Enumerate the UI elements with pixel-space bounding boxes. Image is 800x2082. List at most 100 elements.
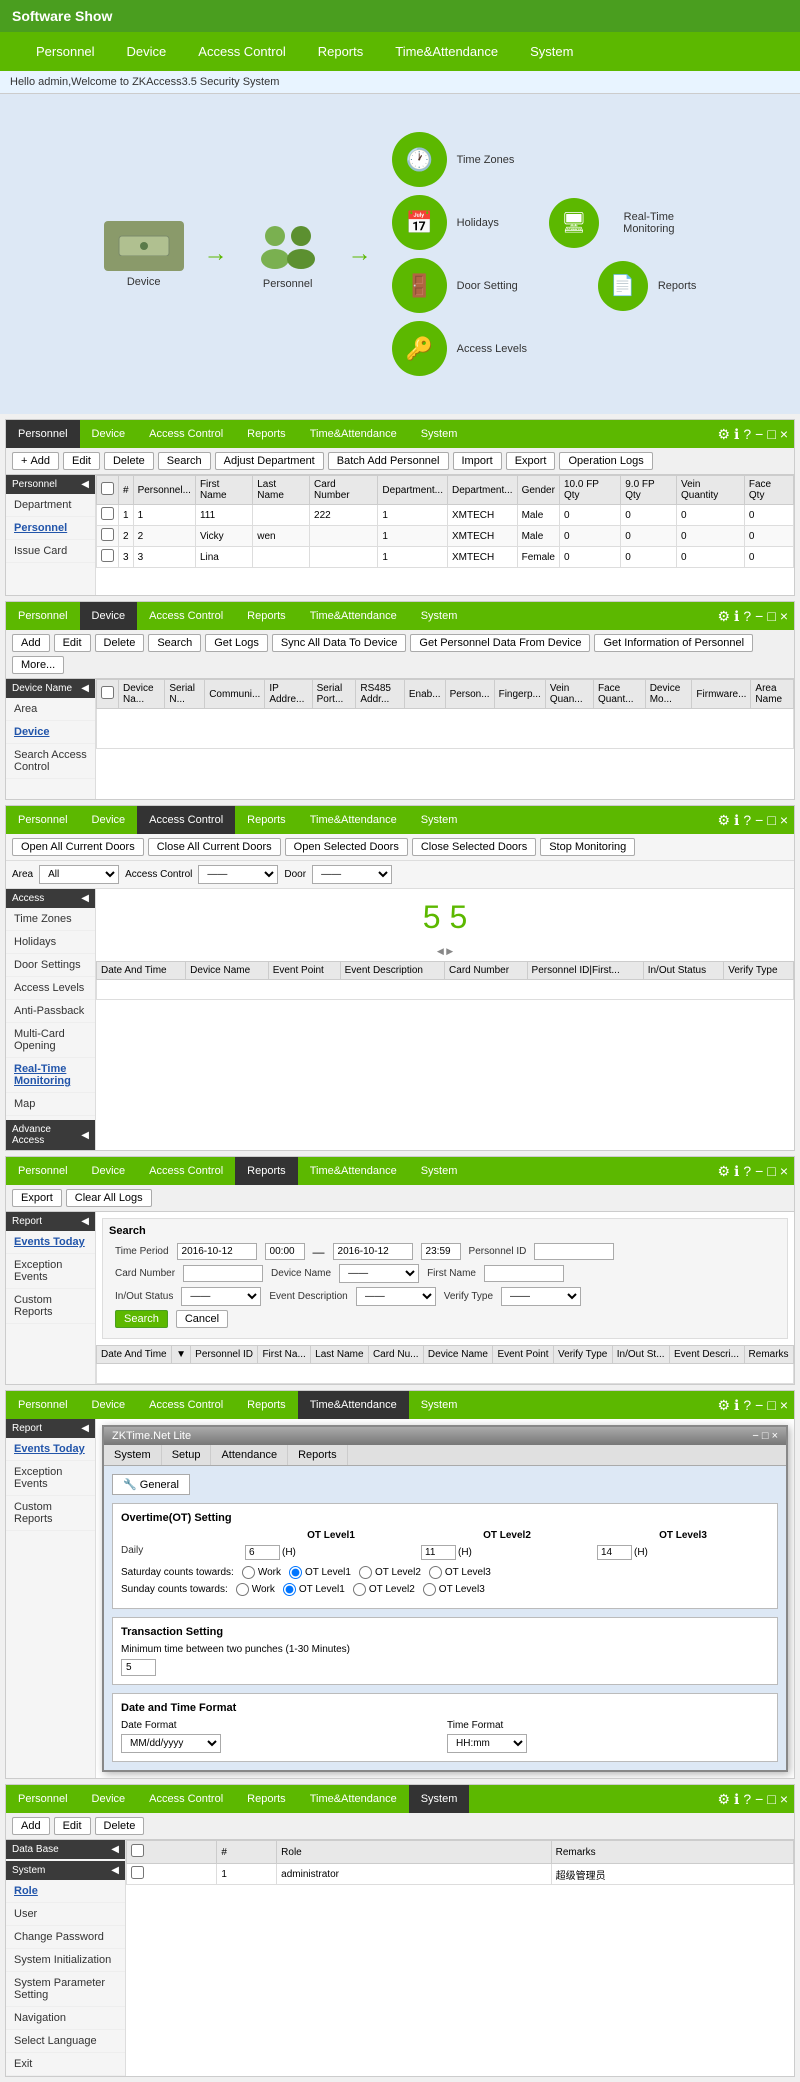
ac-sidebar-map[interactable]: Map bbox=[6, 1093, 95, 1116]
sys-add-btn[interactable]: Add bbox=[12, 1817, 50, 1835]
rth-event[interactable]: Event Point bbox=[493, 1346, 554, 1364]
acnav-system[interactable]: System bbox=[409, 806, 470, 834]
popup-min[interactable]: − bbox=[752, 1430, 758, 1442]
sys-lang[interactable]: Select Language bbox=[6, 2030, 125, 2053]
restore-icon4[interactable]: □ bbox=[767, 812, 775, 829]
dev-select-all[interactable] bbox=[101, 686, 114, 699]
gear-icon8[interactable]: ⚙ bbox=[717, 1397, 730, 1414]
dth-sport[interactable]: Serial Port... bbox=[312, 680, 356, 709]
time-from-input[interactable] bbox=[177, 1243, 257, 1260]
tanav-time[interactable]: Time&Attendance bbox=[298, 1391, 409, 1419]
sidebar-item-department[interactable]: Department bbox=[6, 494, 95, 517]
th-first[interactable]: First Name bbox=[195, 476, 252, 505]
dev-search-btn[interactable]: Search bbox=[148, 634, 201, 652]
gear-icon10[interactable]: ⚙ bbox=[717, 1791, 730, 1808]
dnav-personnel[interactable]: Personnel bbox=[6, 602, 80, 630]
sys-select-all[interactable] bbox=[131, 1844, 144, 1857]
ac-th-card[interactable]: Card Number bbox=[445, 962, 528, 980]
gear-icon6[interactable]: ⚙ bbox=[717, 1163, 730, 1180]
rep-custom[interactable]: Custom Reports bbox=[6, 1289, 95, 1324]
time-format-select[interactable]: HH:mm bbox=[447, 1734, 527, 1753]
ot-daily-l1-input[interactable] bbox=[245, 1545, 280, 1560]
expand-icon6[interactable]: ◀ bbox=[81, 1130, 89, 1141]
export-button[interactable]: Export bbox=[506, 452, 556, 470]
minus-icon[interactable]: − bbox=[755, 426, 763, 443]
sat-work-radio[interactable] bbox=[242, 1566, 255, 1579]
batch-add-button[interactable]: Batch Add Personnel bbox=[328, 452, 449, 470]
rnav-device[interactable]: Device bbox=[80, 1157, 138, 1185]
ac-sidebar-antipassback[interactable]: Anti-Passback bbox=[6, 1000, 95, 1023]
rth-last[interactable]: Last Name bbox=[311, 1346, 369, 1364]
help-icon4[interactable]: ? bbox=[743, 812, 751, 829]
ac-sidebar-holidays[interactable]: Holidays bbox=[6, 931, 95, 954]
rth-datetime[interactable]: Date And Time bbox=[97, 1346, 172, 1364]
dev-getpers-btn[interactable]: Get Personnel Data From Device bbox=[410, 634, 590, 652]
info-icon6[interactable]: ℹ bbox=[734, 1163, 739, 1180]
gear-icon2[interactable]: ⚙ bbox=[717, 608, 730, 625]
th-personnel-id[interactable]: Personnel... bbox=[133, 476, 195, 505]
dnav-reports[interactable]: Reports bbox=[235, 602, 298, 630]
sys-exit[interactable]: Exit bbox=[6, 2053, 125, 2076]
ac-sidebar-realtime[interactable]: Real-Time Monitoring bbox=[6, 1058, 95, 1093]
rnav-personnel[interactable]: Personnel bbox=[6, 1157, 80, 1185]
card-number-input[interactable] bbox=[183, 1265, 263, 1282]
tanav-reports[interactable]: Reports bbox=[235, 1391, 298, 1419]
dev-sync-btn[interactable]: Sync All Data To Device bbox=[272, 634, 407, 652]
dth-enab[interactable]: Enab... bbox=[404, 680, 445, 709]
eventdesc-select[interactable]: —— bbox=[356, 1287, 436, 1306]
search-submit-btn[interactable]: Search bbox=[115, 1310, 168, 1328]
close-icon2[interactable]: × bbox=[780, 608, 788, 625]
sidebar-item-personnel[interactable]: Personnel bbox=[6, 517, 95, 540]
rep-export-btn[interactable]: Export bbox=[12, 1189, 62, 1207]
ac-th-datetime[interactable]: Date And Time bbox=[97, 962, 186, 980]
dev-getlogs-btn[interactable]: Get Logs bbox=[205, 634, 268, 652]
rth-remarks[interactable]: Remarks bbox=[744, 1346, 793, 1364]
dev-delete-btn[interactable]: Delete bbox=[95, 634, 145, 652]
sat-ot1-radio[interactable] bbox=[289, 1566, 302, 1579]
sun-ot3-radio[interactable] bbox=[423, 1583, 436, 1596]
dth-face[interactable]: Face Quant... bbox=[593, 680, 645, 709]
minus-icon4[interactable]: − bbox=[755, 812, 763, 829]
rth-sort[interactable]: ▼ bbox=[172, 1346, 191, 1364]
dth-area[interactable]: Area Name bbox=[751, 680, 794, 709]
close-icon4[interactable]: × bbox=[780, 812, 788, 829]
nav-personnel[interactable]: Personnel bbox=[20, 32, 111, 71]
sth-role[interactable]: Role bbox=[277, 1841, 551, 1864]
dev-getinfo-btn[interactable]: Get Information of Personnel bbox=[594, 634, 753, 652]
dth-name[interactable]: Device Na... bbox=[119, 680, 165, 709]
th-card[interactable]: Card Number bbox=[310, 476, 378, 505]
ac-th-device[interactable]: Device Name bbox=[186, 962, 269, 980]
edit-button[interactable]: Edit bbox=[63, 452, 100, 470]
rnav-system[interactable]: System bbox=[409, 1157, 470, 1185]
expand-icon5[interactable]: ◀ bbox=[81, 893, 89, 904]
expand-icon9[interactable]: ◀ bbox=[81, 1423, 89, 1434]
info-icon10[interactable]: ℹ bbox=[734, 1791, 739, 1808]
dth-person[interactable]: Person... bbox=[445, 680, 494, 709]
sysnav-access[interactable]: Access Control bbox=[137, 1785, 235, 1813]
pnav-time[interactable]: Time&Attendance bbox=[298, 420, 409, 448]
dnav-device[interactable]: Device bbox=[80, 602, 138, 630]
dth-fw[interactable]: Firmware... bbox=[692, 680, 751, 709]
th-gender[interactable]: Gender bbox=[517, 476, 559, 505]
pnav-device[interactable]: Device bbox=[80, 420, 138, 448]
restore-icon10[interactable]: □ bbox=[767, 1791, 775, 1808]
rnav-access[interactable]: Access Control bbox=[137, 1157, 235, 1185]
dev-add-btn[interactable]: Add bbox=[12, 634, 50, 652]
th-vein[interactable]: Vein Quantity bbox=[677, 476, 745, 505]
sidebar-search-ac[interactable]: Search Access Control bbox=[6, 744, 95, 779]
sysnav-system[interactable]: System bbox=[409, 1785, 470, 1813]
pnav-access[interactable]: Access Control bbox=[137, 420, 235, 448]
oplog-button[interactable]: Operation Logs bbox=[559, 452, 652, 470]
sys-init[interactable]: System Initialization bbox=[6, 1949, 125, 1972]
add-button[interactable]: +Add bbox=[12, 452, 59, 470]
gear-icon4[interactable]: ⚙ bbox=[717, 812, 730, 829]
th-last[interactable]: Last Name bbox=[253, 476, 310, 505]
minus-icon2[interactable]: − bbox=[755, 608, 763, 625]
minus-icon10[interactable]: − bbox=[755, 1791, 763, 1808]
close-all-btn[interactable]: Close All Current Doors bbox=[148, 838, 281, 856]
ac-sidebar-timezones[interactable]: Time Zones bbox=[6, 908, 95, 931]
dth-ip[interactable]: IP Addre... bbox=[265, 680, 312, 709]
close-icon10[interactable]: × bbox=[780, 1791, 788, 1808]
ta-events-today[interactable]: Events Today bbox=[6, 1438, 95, 1461]
expand-icon11[interactable]: ◀ bbox=[111, 1844, 119, 1855]
